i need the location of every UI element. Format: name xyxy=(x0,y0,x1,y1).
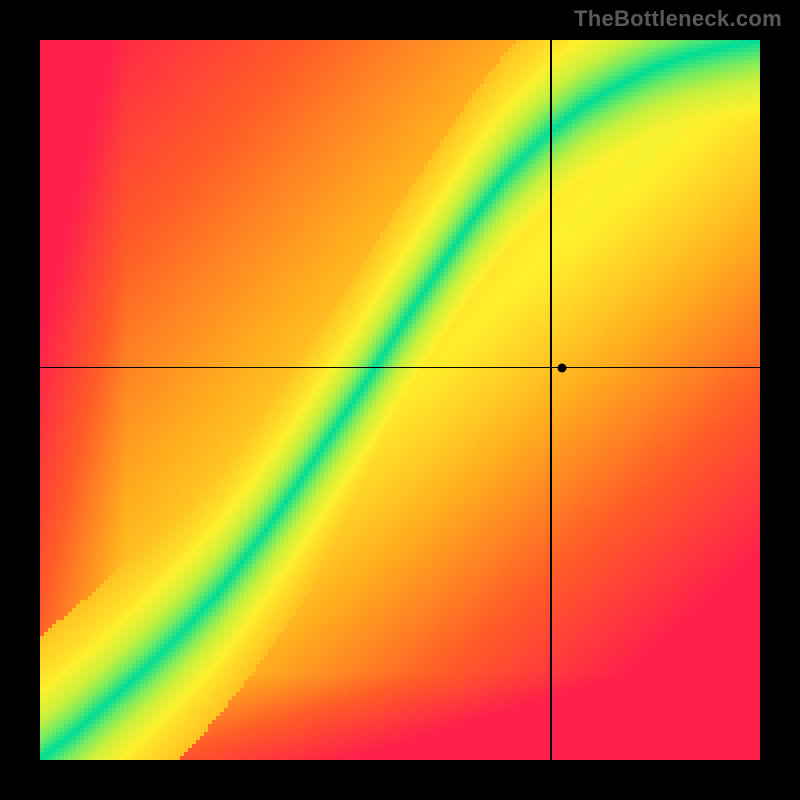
bottleneck-heatmap xyxy=(40,40,760,760)
crosshair-horizontal xyxy=(40,367,760,369)
selection-marker-dot xyxy=(558,363,567,372)
chart-frame: TheBottleneck.com xyxy=(0,0,800,800)
crosshair-vertical xyxy=(550,40,552,760)
watermark-text: TheBottleneck.com xyxy=(574,6,782,32)
